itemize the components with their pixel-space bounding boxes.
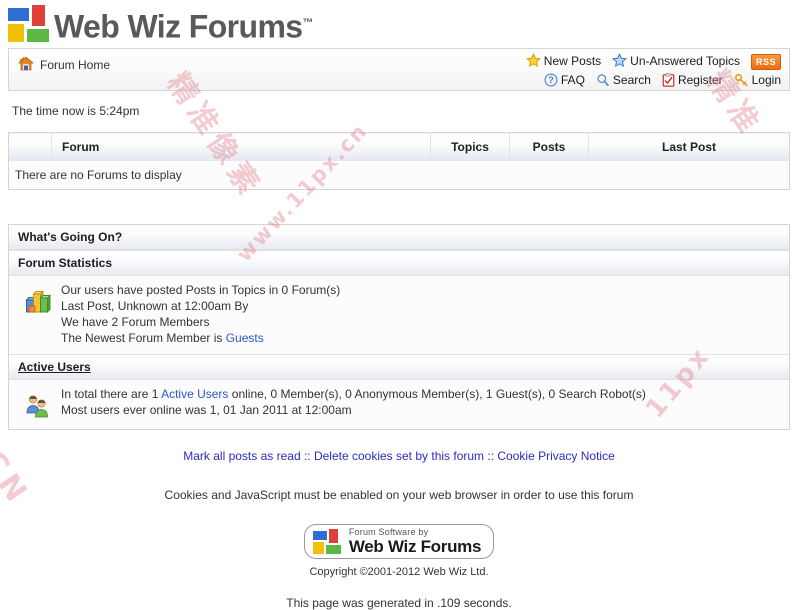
active-users-title-link[interactable]: Active Users — [18, 360, 91, 374]
table-header-row: Forum Topics Posts Last Post — [8, 132, 790, 161]
whats-going-on-title: What's Going On? — [9, 225, 789, 250]
blue-star-icon — [612, 52, 628, 71]
four-squares-logo-icon — [8, 5, 52, 43]
nav-link-login-label: Login — [751, 73, 781, 87]
stat-line-last-post: Last Post, Unknown at 12:00am By — [61, 299, 249, 313]
active-users-lines: In total there are 1 Active Users online… — [61, 386, 646, 418]
nav-link-login[interactable]: Login — [734, 73, 781, 90]
site-logo-text: Web Wiz Forums™ — [54, 3, 314, 47]
yellow-star-icon — [525, 52, 541, 71]
forum-list-table: Forum Topics Posts Last Post There are n… — [8, 132, 790, 190]
footer: Mark all posts as read :: Delete cookies… — [8, 430, 790, 610]
footer-link-mark-all-read[interactable]: Mark all posts as read — [183, 449, 300, 463]
badge-caption: Forum Software by — [348, 527, 429, 537]
table-row: There are no Forums to display — [8, 161, 790, 190]
newest-member-link[interactable]: Guests — [226, 331, 264, 345]
two-users-icon — [25, 386, 61, 421]
forum-software-badge[interactable]: Forum Software by Web Wiz Forums — [303, 524, 495, 559]
trademark-symbol: ™ — [302, 17, 314, 29]
rss-badge-icon[interactable]: RSS — [750, 54, 781, 70]
footer-note: Cookies and JavaScript must be enabled o… — [164, 488, 634, 502]
home-icon — [18, 56, 34, 74]
magnifier-icon — [596, 73, 610, 90]
newest-member-prefix: The Newest Forum Member is — [61, 331, 226, 345]
active-users-block: In total there are 1 Active Users online… — [9, 380, 789, 429]
footer-link-delete-cookies[interactable]: Delete cookies set by this forum — [314, 449, 484, 463]
active-users-link[interactable]: Active Users — [161, 387, 228, 401]
footer-separator: :: — [300, 449, 314, 463]
empty-state-message: There are no Forums to display — [8, 161, 790, 190]
active-users-line-2: Most users ever online was 1, 01 Jan 201… — [61, 403, 352, 417]
bar-chart-icon — [25, 282, 61, 319]
nav-link-search[interactable]: Search — [596, 73, 651, 90]
footer-link-cookie-privacy[interactable]: Cookie Privacy Notice — [497, 449, 614, 463]
active-users-line-1: In total there are 1 Active Users online… — [61, 386, 646, 402]
column-header-topics: Topics — [430, 132, 510, 161]
navigation-bar: Forum Home New Posts Un-Answered Topics … — [8, 48, 790, 91]
badge-wordmark: Web Wiz Forums — [348, 537, 482, 556]
clipboard-icon — [662, 73, 675, 90]
site-header: Web Wiz Forums™ — [0, 0, 800, 48]
nav-link-search-label: Search — [612, 73, 651, 87]
nav-link-unanswered-topics[interactable]: Un-Answered Topics — [612, 52, 740, 71]
key-icon — [734, 73, 749, 90]
stat-line-newest-member: The Newest Forum Member is Guests — [61, 330, 340, 346]
footer-links: Mark all posts as read :: Delete cookies… — [8, 449, 790, 463]
forum-statistics-title: Forum Statistics — [9, 250, 789, 276]
nav-links-secondary: ? FAQ Search Register Login — [544, 73, 781, 90]
active-users-title-bar: Active Users — [9, 354, 789, 380]
breadcrumb-label: Forum Home — [40, 58, 111, 72]
nav-link-new-posts-label: New Posts — [543, 54, 602, 68]
four-squares-logo-icon — [312, 528, 343, 555]
question-mark-icon: ? — [544, 73, 558, 90]
nav-link-unanswered-topics-label: Un-Answered Topics — [630, 54, 740, 68]
stat-line-posts: Our users have posted Posts in Topics in… — [61, 283, 341, 297]
nav-links-primary: New Posts Un-Answered Topics RSS — [525, 52, 781, 71]
column-header-last-post: Last Post — [588, 132, 790, 161]
nav-link-register[interactable]: Register — [662, 73, 723, 90]
svg-text:?: ? — [548, 75, 553, 85]
nav-link-new-posts[interactable]: New Posts — [525, 52, 602, 71]
nav-link-faq[interactable]: ? FAQ — [544, 73, 585, 90]
current-time-text: The time now is 5:24pm — [12, 104, 140, 118]
nav-link-faq-label: FAQ — [560, 73, 585, 87]
column-header-posts: Posts — [509, 132, 589, 161]
page-generation-time: This page was generated in .109 seconds. — [286, 596, 512, 610]
nav-link-register-label: Register — [677, 73, 723, 87]
footer-separator: :: — [484, 449, 498, 463]
forum-statistics-block: Our users have posted Posts in Topics in… — [9, 276, 789, 354]
breadcrumb[interactable]: Forum Home — [18, 56, 110, 74]
forum-statistics-lines: Our users have posted Posts in Topics in… — [61, 282, 340, 346]
whats-going-on-panel: What's Going On? Forum Statistics Our us… — [8, 224, 790, 430]
logo-wordmark: Web Wiz Forums — [54, 8, 303, 45]
copyright-text: Copyright ©2001-2012 Web Wiz Ltd. — [309, 566, 489, 578]
stat-line-members: We have 2 Forum Members — [61, 315, 210, 329]
active-users-prefix: In total there are 1 — [61, 387, 162, 401]
active-users-suffix: online, 0 Member(s), 0 Anonymous Member(… — [228, 387, 646, 401]
column-header-spacer — [8, 132, 52, 161]
column-header-forum: Forum — [51, 132, 431, 161]
